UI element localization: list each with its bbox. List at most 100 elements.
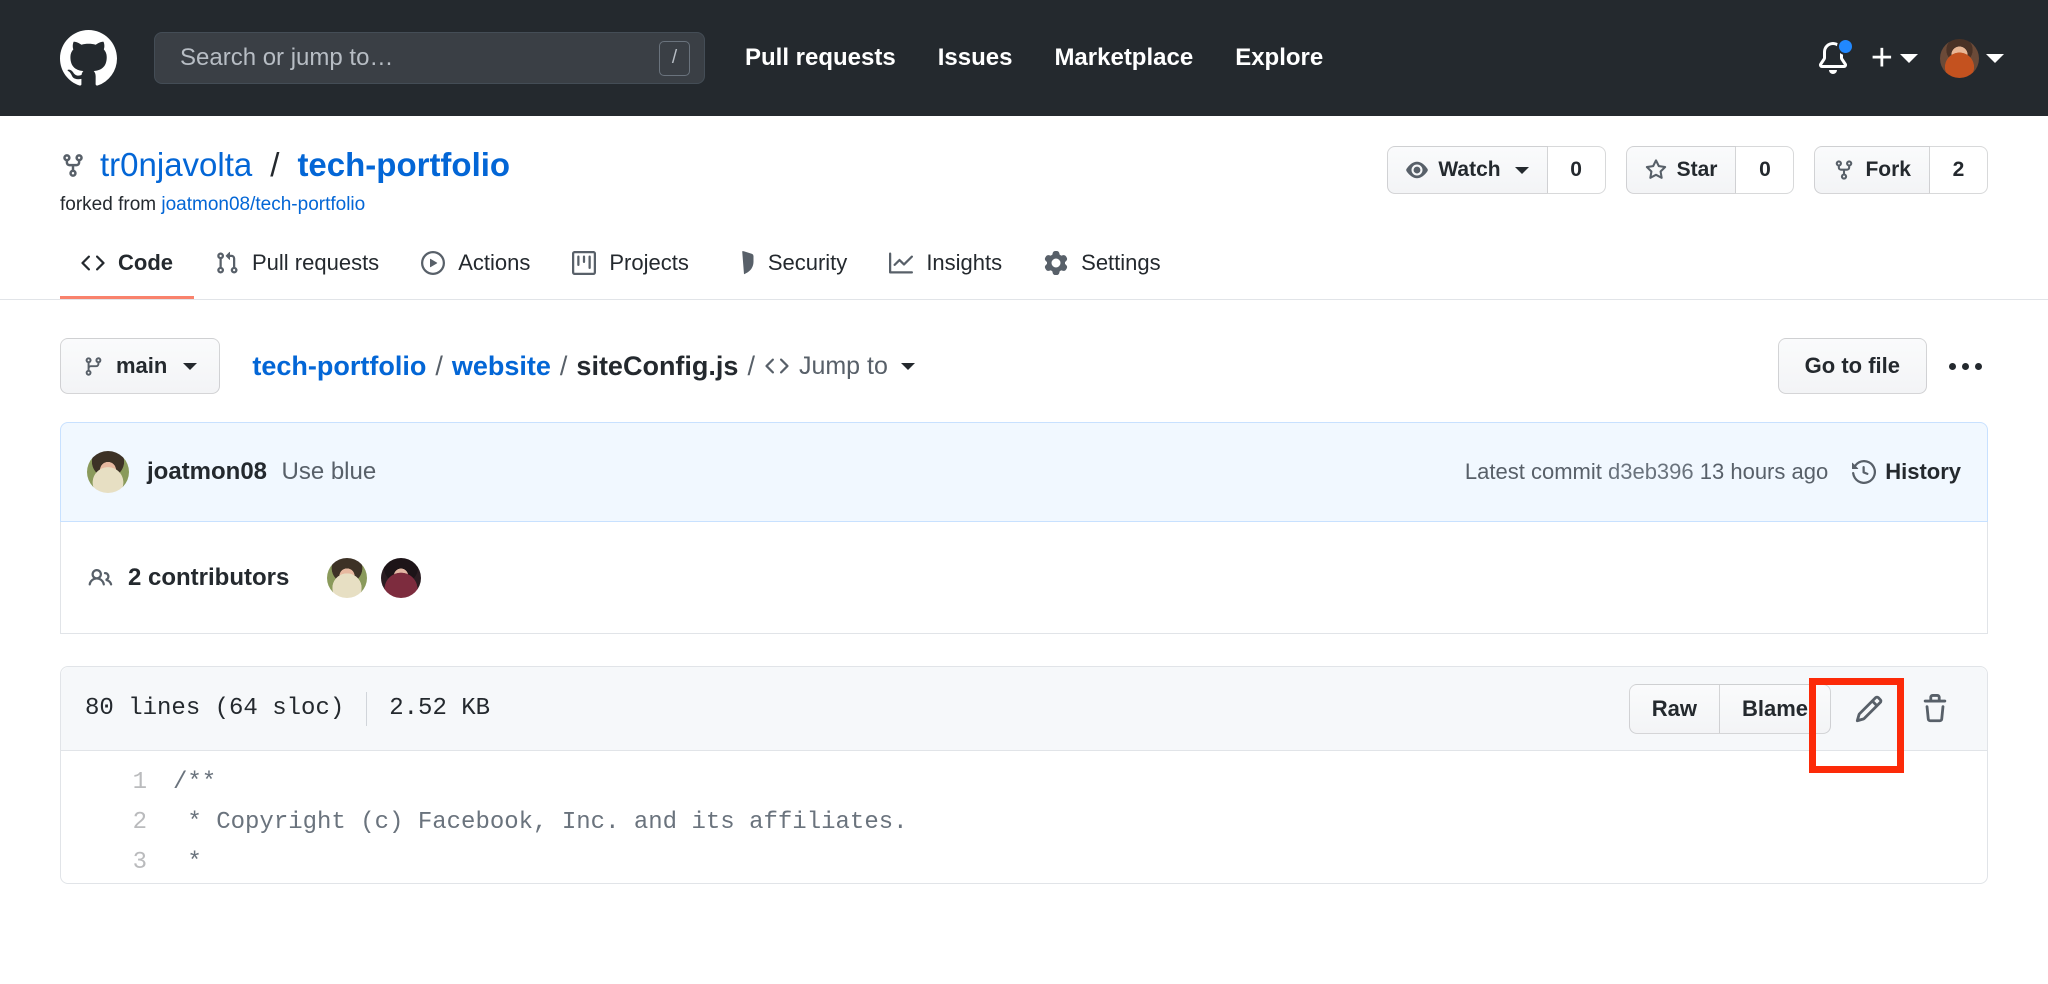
star-button-group: Star 0 — [1625, 146, 1795, 194]
breadcrumb-current-file: siteConfig.js — [576, 350, 739, 381]
branch-selector[interactable]: main — [60, 338, 221, 394]
star-button[interactable]: Star — [1625, 146, 1737, 194]
tab-pull-requests-label: Pull requests — [252, 250, 380, 275]
kebab-dot — [1949, 362, 1956, 370]
branch-name: main — [116, 353, 168, 378]
watch-button[interactable]: Watch — [1387, 146, 1548, 194]
star-icon — [1645, 159, 1666, 179]
nav-marketplace[interactable]: Marketplace — [1054, 44, 1193, 72]
shield-alert-icon — [742, 251, 754, 275]
go-to-file-button[interactable]: Go to file — [1777, 338, 1927, 394]
edit-file-button[interactable] — [1841, 681, 1897, 737]
code-line: 3 * — [61, 843, 1987, 883]
commit-sha[interactable]: d3eb396 — [1608, 459, 1694, 484]
commit-message[interactable]: Use blue — [281, 458, 376, 485]
search-box[interactable]: / — [154, 32, 705, 84]
commit-author-block: joatmon08 Use blue — [87, 451, 376, 493]
graph-icon — [889, 252, 914, 274]
star-label: Star — [1676, 158, 1718, 181]
blame-button[interactable]: Blame — [1719, 683, 1831, 734]
git-branch-icon — [85, 356, 102, 376]
delete-file-button[interactable] — [1907, 681, 1963, 737]
tab-pull-requests[interactable]: Pull requests — [194, 250, 400, 299]
line-number: 2 — [132, 809, 147, 836]
tab-code[interactable]: Code — [60, 250, 194, 299]
star-count[interactable]: 0 — [1736, 146, 1795, 194]
repository-nav-tabs: Code Pull requests Actions Projects Secu… — [60, 250, 1988, 299]
forked-from-link[interactable]: joatmon08/tech-portfolio — [161, 194, 365, 215]
fork-count[interactable]: 2 — [1930, 146, 1988, 194]
contributor-avatars — [327, 557, 422, 598]
page-title: tr0njavolta / tech-portfolio — [60, 146, 510, 184]
notifications-button[interactable] — [1817, 38, 1854, 76]
history-icon — [1852, 460, 1877, 484]
history-link[interactable]: History — [1852, 459, 1961, 485]
code-line: 2 * Copyright (c) Facebook, Inc. and its… — [61, 803, 1987, 843]
play-icon — [421, 251, 446, 275]
repo-title-row: tr0njavolta / tech-portfolio forked from… — [60, 146, 1988, 216]
project-board-icon — [572, 251, 597, 275]
nav-explore[interactable]: Explore — [1235, 44, 1323, 72]
file-header-bar: 80 lines (64 sloc) 2.52 KB Raw Blame — [61, 667, 1987, 773]
fork-button[interactable]: Fork — [1814, 146, 1930, 194]
forked-from: forked from joatmon08/tech-portfolio — [60, 194, 510, 216]
jump-to-button[interactable]: Jump to — [764, 352, 915, 381]
file-nav-right: Go to file — [1777, 338, 1988, 394]
meta-divider — [366, 691, 368, 726]
file-region: joatmon08 Use blue Latest commit d3eb396… — [0, 422, 2048, 884]
contributor-avatar-2[interactable] — [381, 557, 422, 598]
contributor-avatar-1[interactable] — [327, 557, 368, 598]
nav-pull-requests[interactable]: Pull requests — [745, 44, 896, 72]
breadcrumb-item-website[interactable]: website — [452, 351, 551, 382]
line-number: 1 — [132, 769, 147, 796]
tab-insights[interactable]: Insights — [868, 250, 1023, 299]
tab-projects[interactable]: Projects — [551, 250, 709, 299]
contributors-link[interactable]: 2 contributors — [87, 564, 289, 592]
repo-forked-icon — [63, 153, 83, 177]
repo-actions: Watch 0 Star 0 Fork 2 — [1387, 146, 1988, 194]
global-nav: Pull requests Issues Marketplace Explore — [745, 44, 1323, 72]
tab-actions-label: Actions — [458, 250, 531, 275]
commit-author-avatar[interactable] — [87, 451, 129, 493]
latest-commit-label: Latest commit — [1464, 459, 1602, 484]
create-new-menu[interactable]: + — [1871, 39, 1918, 76]
tab-settings[interactable]: Settings — [1023, 250, 1182, 299]
breadcrumb-item-repo[interactable]: tech-portfolio — [252, 351, 426, 382]
commit-time-ago: 13 hours ago — [1699, 459, 1829, 484]
user-menu[interactable] — [1940, 38, 2004, 78]
file-content-box: 80 lines (64 sloc) 2.52 KB Raw Blame 1 /… — [60, 666, 1988, 884]
code-viewer[interactable]: 1 /** 2 * Copyright (c) Facebook, Inc. a… — [61, 751, 1987, 883]
tab-insights-label: Insights — [926, 250, 1003, 275]
tab-actions[interactable]: Actions — [400, 250, 551, 299]
watch-label: Watch — [1438, 158, 1501, 181]
kebab-horizontal-icon[interactable] — [1943, 355, 1988, 378]
nav-issues[interactable]: Issues — [938, 44, 1013, 72]
search-input[interactable] — [180, 44, 659, 72]
breadcrumb-separator: / — [435, 350, 443, 381]
tab-projects-label: Projects — [609, 250, 689, 275]
line-content: /** — [173, 769, 217, 796]
code-icon — [765, 358, 789, 374]
contributors-bar: 2 contributors — [60, 522, 1988, 634]
trash-icon — [1923, 693, 1947, 722]
history-label: History — [1885, 459, 1961, 484]
line-content: * — [173, 849, 202, 876]
eye-icon — [1406, 161, 1429, 179]
tab-security-label: Security — [767, 250, 848, 275]
tab-security[interactable]: Security — [710, 250, 868, 299]
latest-commit-info: Latest commit d3eb396 13 hours ago — [1465, 459, 1828, 485]
kebab-dot — [1962, 362, 1969, 370]
watch-button-group: Watch 0 — [1387, 146, 1606, 194]
breadcrumb-separator: / — [559, 350, 568, 381]
header-right-actions: + — [1817, 38, 2004, 78]
repo-owner-link[interactable]: tr0njavolta — [100, 146, 252, 184]
tab-code-label: Code — [118, 250, 173, 275]
commit-author-link[interactable]: joatmon08 — [147, 458, 267, 485]
raw-button[interactable]: Raw — [1628, 683, 1720, 734]
gear-icon — [1045, 251, 1068, 275]
repo-name-link[interactable]: tech-portfolio — [297, 146, 510, 184]
line-number: 3 — [132, 849, 147, 876]
github-logo-icon[interactable] — [60, 29, 117, 87]
global-header: / Pull requests Issues Marketplace Explo… — [0, 0, 2048, 116]
watch-count[interactable]: 0 — [1547, 146, 1606, 194]
